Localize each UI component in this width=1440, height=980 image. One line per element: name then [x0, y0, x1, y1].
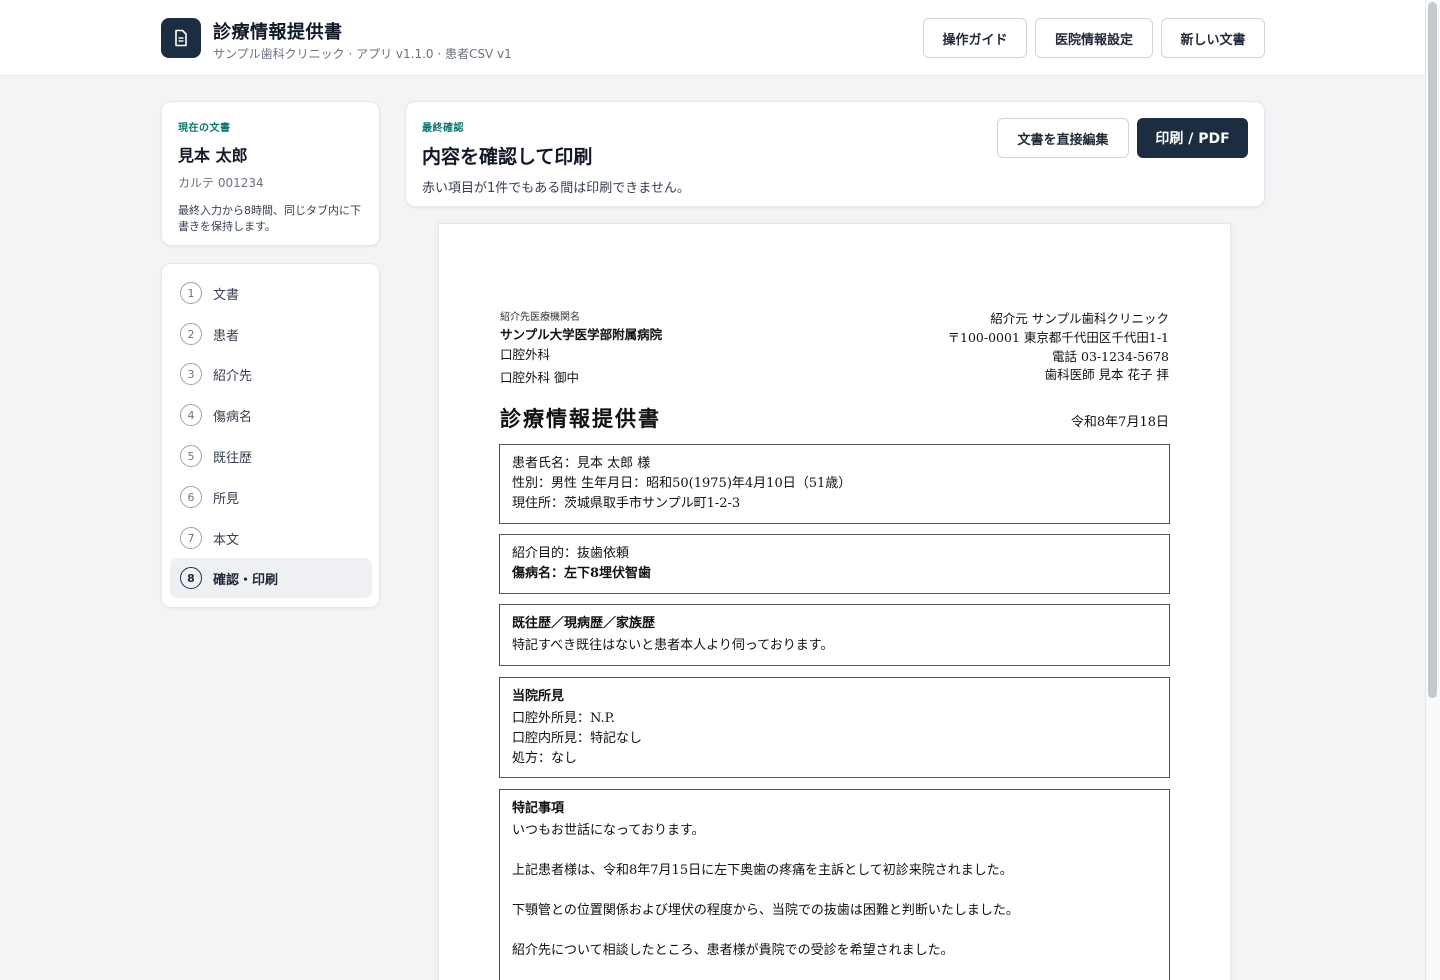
- step-label: 紹介先: [213, 368, 253, 384]
- purpose-line: 紹介目的：抜歯依頼: [512, 546, 630, 561]
- new-document-button[interactable]: 新しい文書: [1161, 18, 1265, 58]
- step-referral-destination[interactable]: 3 紹介先: [170, 354, 372, 394]
- step-patient[interactable]: 2 患者: [170, 314, 372, 354]
- step-label: 所見: [213, 491, 240, 507]
- prescription-line: 処方：なし: [512, 751, 578, 766]
- app-title: 診療情報提供書: [213, 22, 343, 43]
- step-diagnosis[interactable]: 4 傷病名: [170, 395, 372, 435]
- patient-name: 見本 太郎: [178, 146, 248, 165]
- referrer-address: 〒100-0001 東京都千代田区千代田1-1: [947, 330, 1170, 345]
- step-number: 3: [180, 363, 202, 385]
- document-date: 令和8年7月18日: [1070, 415, 1169, 430]
- diagnosis-line: 傷病名：左下8埋伏智歯: [512, 566, 652, 581]
- step-number: 7: [180, 527, 202, 549]
- chart-number: カルテ 001234: [178, 176, 264, 190]
- app-subtitle: サンプル歯科クリニック · アプリ v1.1.0 · 患者CSV v1: [213, 47, 512, 61]
- referrer-phone: 電話 03-1234-5678: [1052, 349, 1169, 364]
- special-notes-box: 特記事項 いつもお世話になっております。 上記患者様は、令和8年7月15日に左下…: [499, 789, 1170, 980]
- step-label: 既往歴: [213, 450, 253, 466]
- step-number: 5: [180, 445, 202, 467]
- findings-box: 当院所見 口腔外所見：N.P. 口腔内所見：特記なし 処方：なし: [499, 677, 1170, 778]
- step-number: 2: [180, 323, 202, 345]
- notes-paragraph: 下顎管との位置関係および埋伏の程度から、当院での抜歯は困難と判断いたしました。: [512, 903, 1019, 918]
- referral-hospital: サンプル大学医学部附属病院: [500, 327, 663, 342]
- step-number: 8: [180, 567, 202, 589]
- notes-paragraph: 紹介先について相談したところ、患者様が貴院での受診を希望されました。: [512, 943, 954, 958]
- patient-name-line: 患者氏名：見本 太郎 様: [512, 456, 651, 471]
- history-box: 既往歴／現病歴／家族歴 特記すべき既往はないと患者本人より伺っております。: [499, 604, 1170, 666]
- document-preview: 紹介先医療機関名 サンプル大学医学部附属病院 口腔外科 口腔外科 御中 紹介元 …: [438, 223, 1231, 980]
- step-confirm-print[interactable]: 8 確認・印刷: [170, 558, 372, 598]
- referrer-clinic: 紹介元 サンプル歯科クリニック: [990, 311, 1169, 326]
- step-number: 1: [180, 282, 202, 304]
- sex-dob-line: 性別：男性 生年月日：昭和50(1975)年4月10日（51歳）: [512, 476, 852, 491]
- history-heading: 既往歴／現病歴／家族歴: [512, 616, 656, 631]
- document-icon: [161, 18, 201, 58]
- current-document-card: 現在の文書 見本 太郎 カルテ 001234 最終入力から8時間、同じタブ内に下…: [161, 101, 380, 246]
- step-label: 傷病名: [213, 409, 253, 425]
- notes-heading: 特記事項: [512, 801, 565, 816]
- step-label: 文書: [213, 287, 240, 303]
- notes-paragraph: いつもお世話になっております。: [512, 823, 705, 838]
- step-number: 4: [180, 404, 202, 426]
- notes-paragraph: 上記患者様は、令和8年7月15日に左下奥歯の疼痛を主訴として初診来院されました。: [512, 863, 1013, 878]
- findings-heading: 当院所見: [512, 689, 565, 704]
- referral-destination-label: 紹介先医療機関名: [500, 312, 580, 323]
- print-warning-text: 赤い項目が1件でもある間は印刷できません。: [422, 181, 690, 196]
- address-line: 現住所：茨城県取手市サンプル町1-2-3: [512, 496, 741, 511]
- purpose-diagnosis-box: 紹介目的：抜歯依頼 傷病名：左下8埋伏智歯: [499, 534, 1170, 594]
- edit-document-button[interactable]: 文書を直接編集: [997, 118, 1129, 158]
- step-label: 確認・印刷: [213, 572, 279, 588]
- draft-retention-note: 最終入力から8時間、同じタブ内に下書きを保持します。: [178, 204, 361, 233]
- referral-recipient: 口腔外科 御中: [500, 370, 579, 385]
- history-text: 特記すべき既往はないと患者本人より伺っております。: [512, 638, 834, 653]
- current-document-eyebrow: 現在の文書: [178, 123, 231, 134]
- step-findings[interactable]: 6 所見: [170, 477, 372, 517]
- guide-button[interactable]: 操作ガイド: [923, 18, 1027, 58]
- step-navigation: 1 文書 2 患者 3 紹介先 4 傷病名 5 既往歴 6 所見 7 本文 8 …: [161, 263, 380, 608]
- final-check-card: 最終確認 内容を確認して印刷 赤い項目が1件でもある間は印刷できません。 文書を…: [405, 101, 1265, 207]
- step-number: 6: [180, 486, 202, 508]
- app-header: 診療情報提供書 サンプル歯科クリニック · アプリ v1.1.0 · 患者CSV…: [0, 0, 1425, 76]
- step-label: 患者: [213, 328, 240, 344]
- extraoral-findings: 口腔外所見：N.P.: [512, 711, 615, 726]
- intraoral-findings: 口腔内所見：特記なし: [512, 731, 643, 746]
- patient-info-box: 患者氏名：見本 太郎 様 性別：男性 生年月日：昭和50(1975)年4月10日…: [499, 444, 1170, 524]
- print-pdf-button[interactable]: 印刷 / PDF: [1137, 118, 1248, 158]
- document-title: 診療情報提供書: [500, 406, 661, 431]
- referral-department: 口腔外科: [500, 347, 551, 362]
- step-body-text[interactable]: 7 本文: [170, 518, 372, 558]
- clinic-settings-button[interactable]: 医院情報設定: [1035, 18, 1153, 58]
- step-label: 本文: [213, 532, 240, 548]
- referrer-doctor: 歯科医師 見本 花子 拝: [1044, 367, 1169, 382]
- step-document[interactable]: 1 文書: [170, 273, 372, 313]
- scrollbar-thumb[interactable]: [1428, 2, 1437, 698]
- step-medical-history[interactable]: 5 既往歴: [170, 436, 372, 476]
